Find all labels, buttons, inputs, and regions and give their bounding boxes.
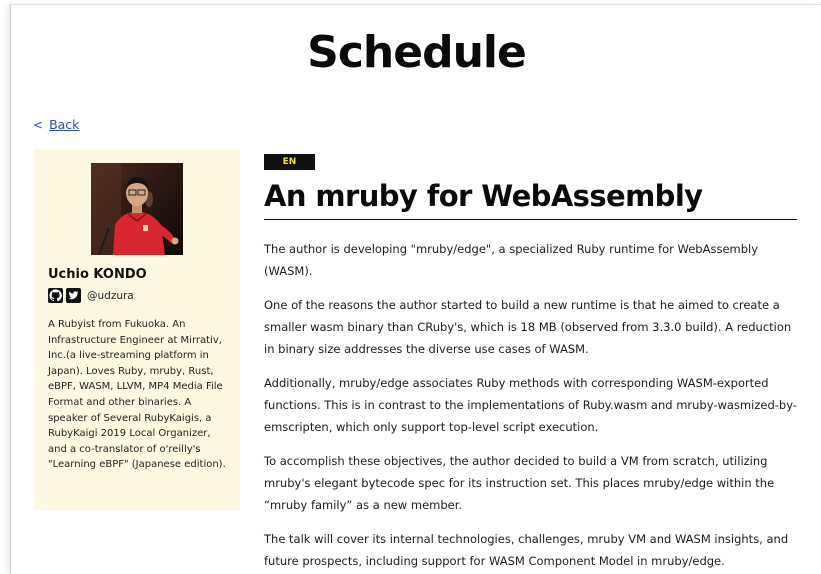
twitter-icon[interactable] xyxy=(66,288,81,303)
speaker-bio: A Rubyist from Fukuoka. An Infrastructur… xyxy=(48,319,226,471)
talk-paragraph-1: The author is developing "mruby/edge", a… xyxy=(264,242,759,278)
speaker-social: @udzura xyxy=(48,288,226,303)
talk-paragraph-5: The talk will cover its internal technol… xyxy=(264,532,789,568)
chevron-left-icon: < xyxy=(33,117,44,132)
talk-paragraph-3: Additionally, mruby/edge associates Ruby… xyxy=(264,376,797,434)
talk-detail: EN An mruby for WebAssembly The author i… xyxy=(264,149,797,572)
speaker-photo xyxy=(91,163,183,255)
talk-title: An mruby for WebAssembly xyxy=(264,179,797,220)
back-link-label: Back xyxy=(49,117,80,132)
page-frame: Schedule < Back Uchio KONDO @udzura A Ru… xyxy=(10,4,821,574)
back-link[interactable]: < Back xyxy=(33,117,79,132)
talk-paragraph-4: To accomplish these objectives, the auth… xyxy=(264,454,775,512)
talk-paragraph-2: One of the reasons the author started to… xyxy=(264,298,792,356)
language-badge: EN xyxy=(264,154,315,170)
github-icon[interactable] xyxy=(48,288,63,303)
page-title: Schedule xyxy=(307,27,527,78)
speaker-card: Uchio KONDO @udzura A Rubyist from Fukuo… xyxy=(34,149,240,510)
speaker-avatar xyxy=(91,163,183,255)
speaker-name: Uchio KONDO xyxy=(48,267,147,282)
speaker-handle[interactable]: @udzura xyxy=(87,290,134,302)
